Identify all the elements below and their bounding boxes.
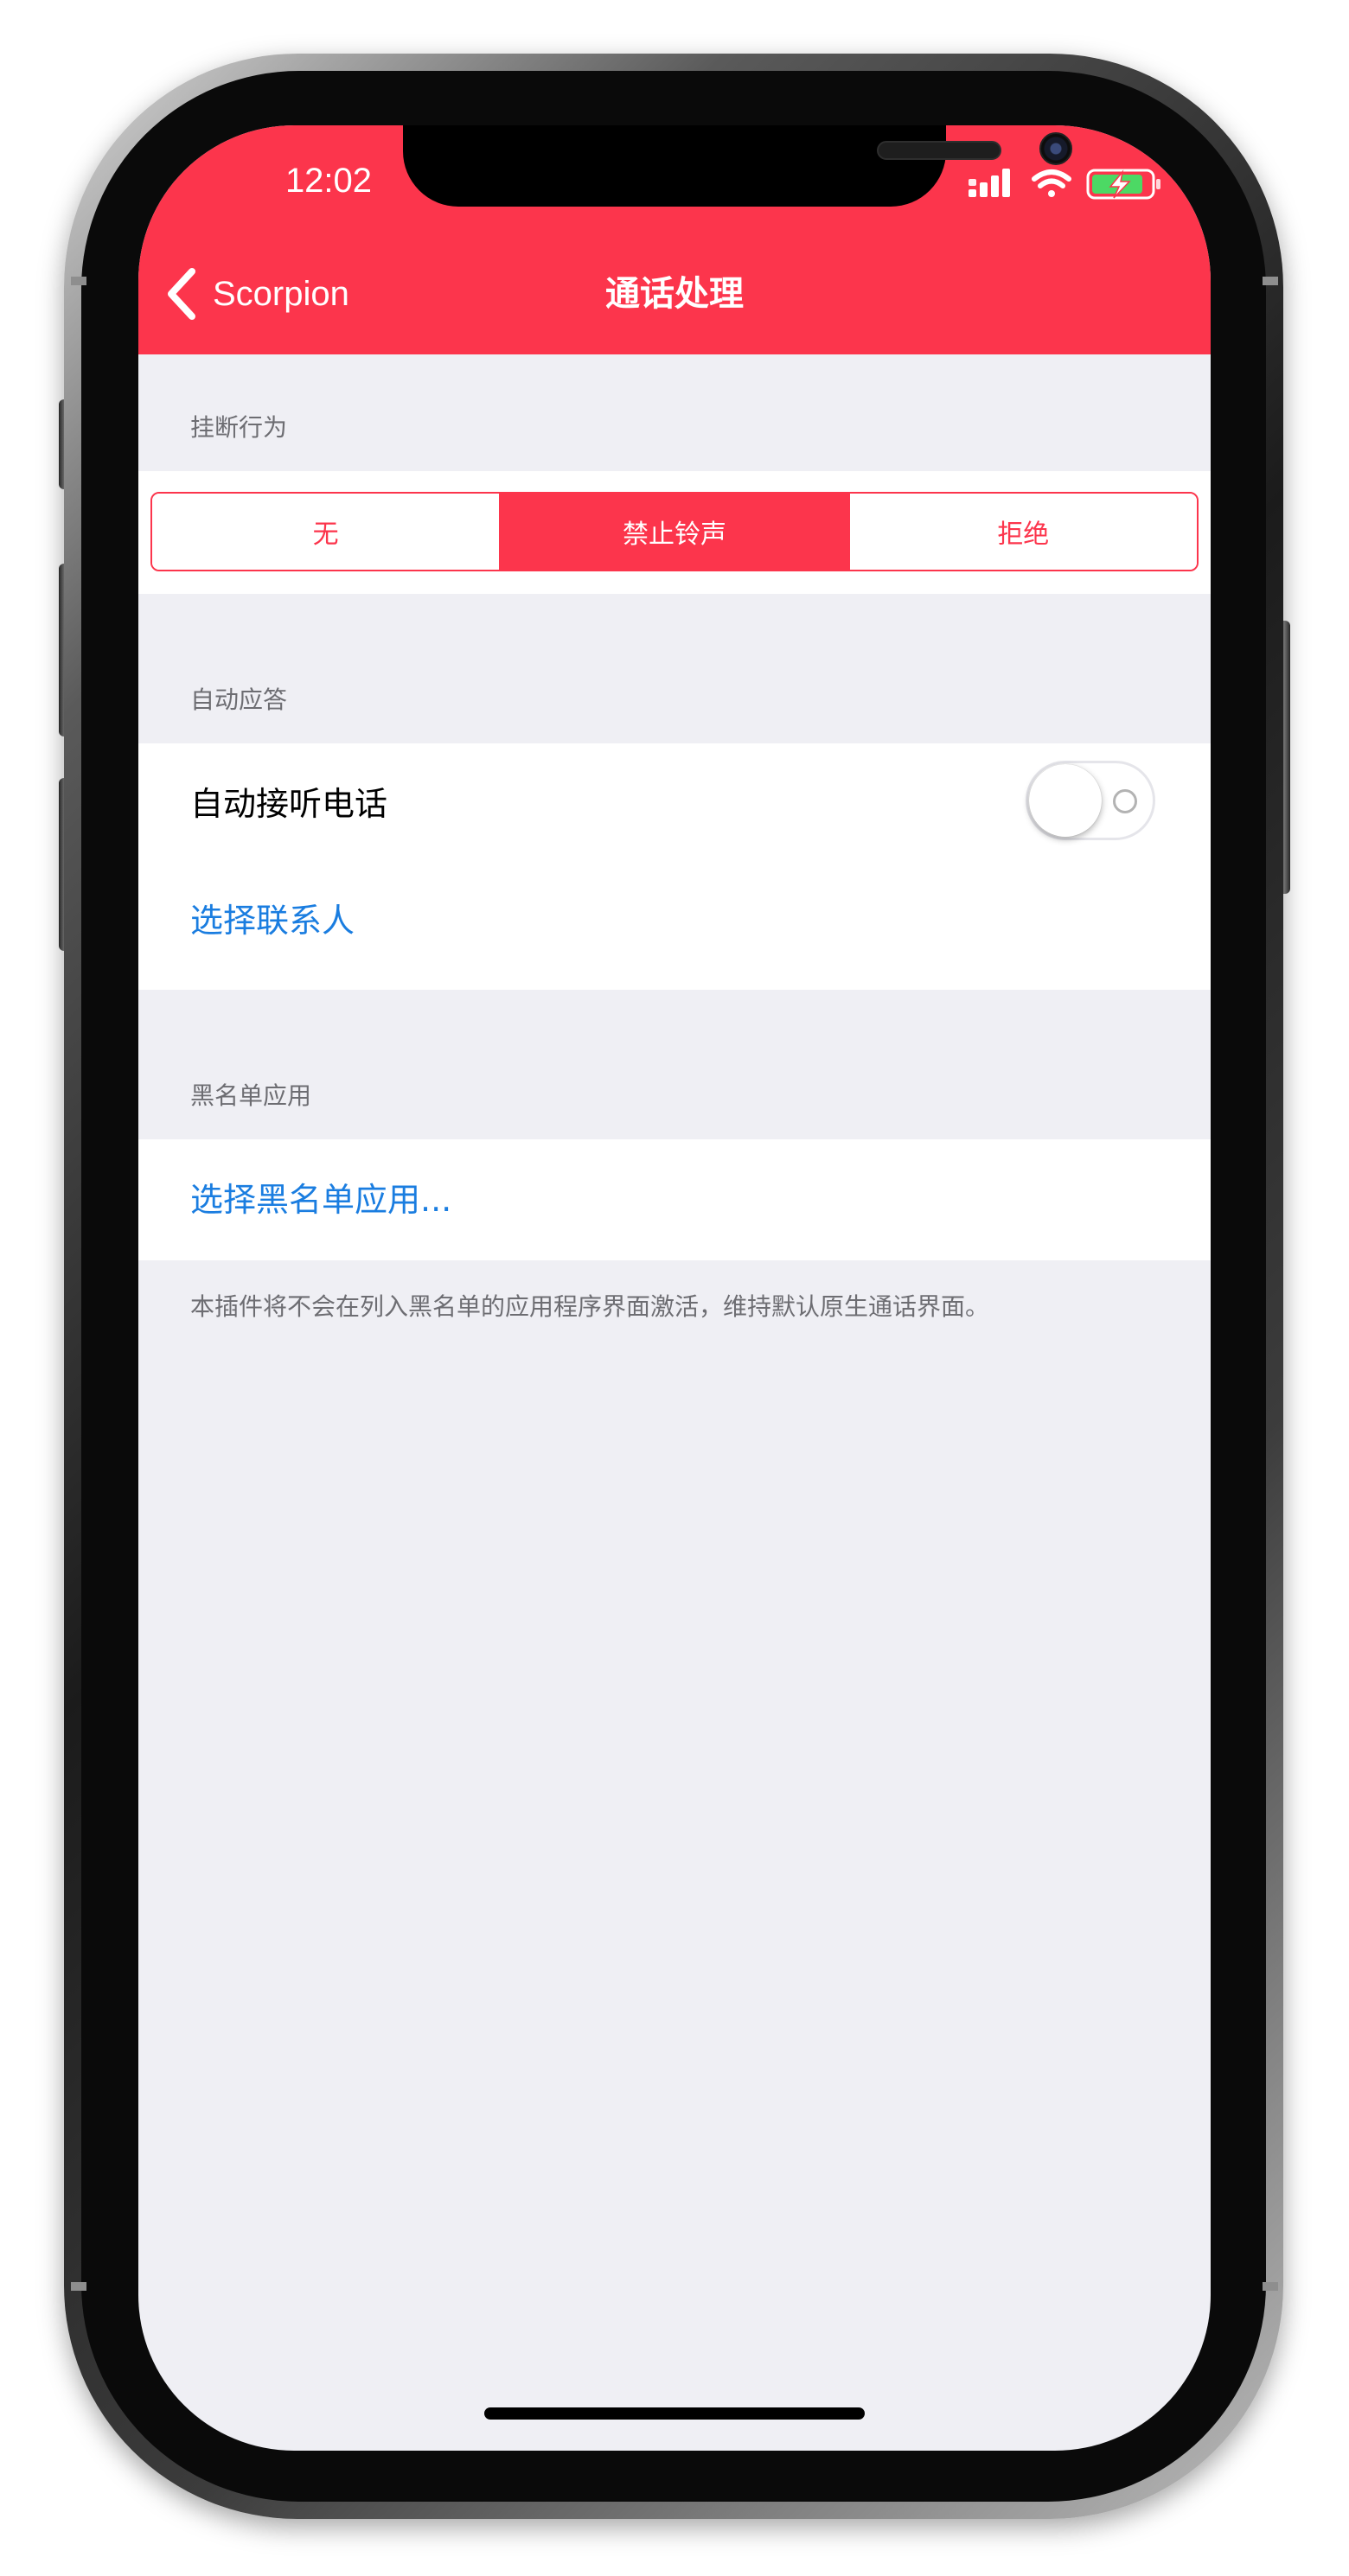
hangup-segmented-control: 无 禁止铃声 拒绝 <box>150 492 1199 571</box>
section-header-auto-answer: 自动应答 <box>190 685 288 714</box>
chevron-left-icon <box>168 268 195 320</box>
toggle-knob <box>1029 764 1102 837</box>
wifi-icon <box>1032 169 1071 197</box>
home-indicator[interactable] <box>484 2407 865 2420</box>
back-button[interactable]: Scorpion <box>164 264 380 324</box>
auto-answer-toggle[interactable] <box>1026 761 1155 840</box>
segment-none[interactable]: 无 <box>152 494 500 570</box>
blacklist-group: 选择黑名单应用... <box>138 1139 1211 1260</box>
select-blacklist-apps-link[interactable]: 选择黑名单应用... <box>190 1174 451 1226</box>
notch <box>403 125 1072 207</box>
blacklist-footer-note: 本插件将不会在列入黑名单的应用程序界面激活，维持默认原生通话界面。 <box>190 1292 990 1321</box>
status-icons <box>969 169 1160 200</box>
front-camera <box>1039 132 1072 165</box>
section-header-blacklist: 黑名单应用 <box>190 1081 312 1110</box>
antenna-band <box>1263 2282 1278 2291</box>
segment-decline[interactable]: 拒绝 <box>847 494 1197 570</box>
antenna-band <box>71 2282 86 2291</box>
device-mockup: 12:02 Scorpion 通话处理 挂断行为 无 禁止铃声 拒绝 自动应答 … <box>0 0 1349 2576</box>
segment-mute-ringer[interactable]: 禁止铃声 <box>499 494 848 570</box>
section-header-hangup: 挂断行为 <box>190 413 288 442</box>
toggle-off-indicator <box>1113 789 1137 813</box>
battery-charging-icon <box>1086 169 1160 200</box>
page-title: 通话处理 <box>605 274 744 314</box>
auto-answer-group: 自动接听电话 选择联系人 <box>138 743 1211 990</box>
select-contacts-link[interactable]: 选择联系人 <box>190 895 355 947</box>
auto-answer-label: 自动接听电话 <box>190 785 388 823</box>
cellular-signal-icon <box>969 169 1010 197</box>
speaker-grille <box>877 141 1001 160</box>
status-time: 12:02 <box>285 162 373 200</box>
antenna-band <box>71 277 86 285</box>
hangup-group: 无 禁止铃声 拒绝 <box>138 471 1211 594</box>
back-button-label: Scorpion <box>213 274 349 313</box>
screen: 12:02 Scorpion 通话处理 挂断行为 无 禁止铃声 拒绝 自动应答 … <box>138 125 1211 2451</box>
antenna-band <box>1263 277 1278 285</box>
